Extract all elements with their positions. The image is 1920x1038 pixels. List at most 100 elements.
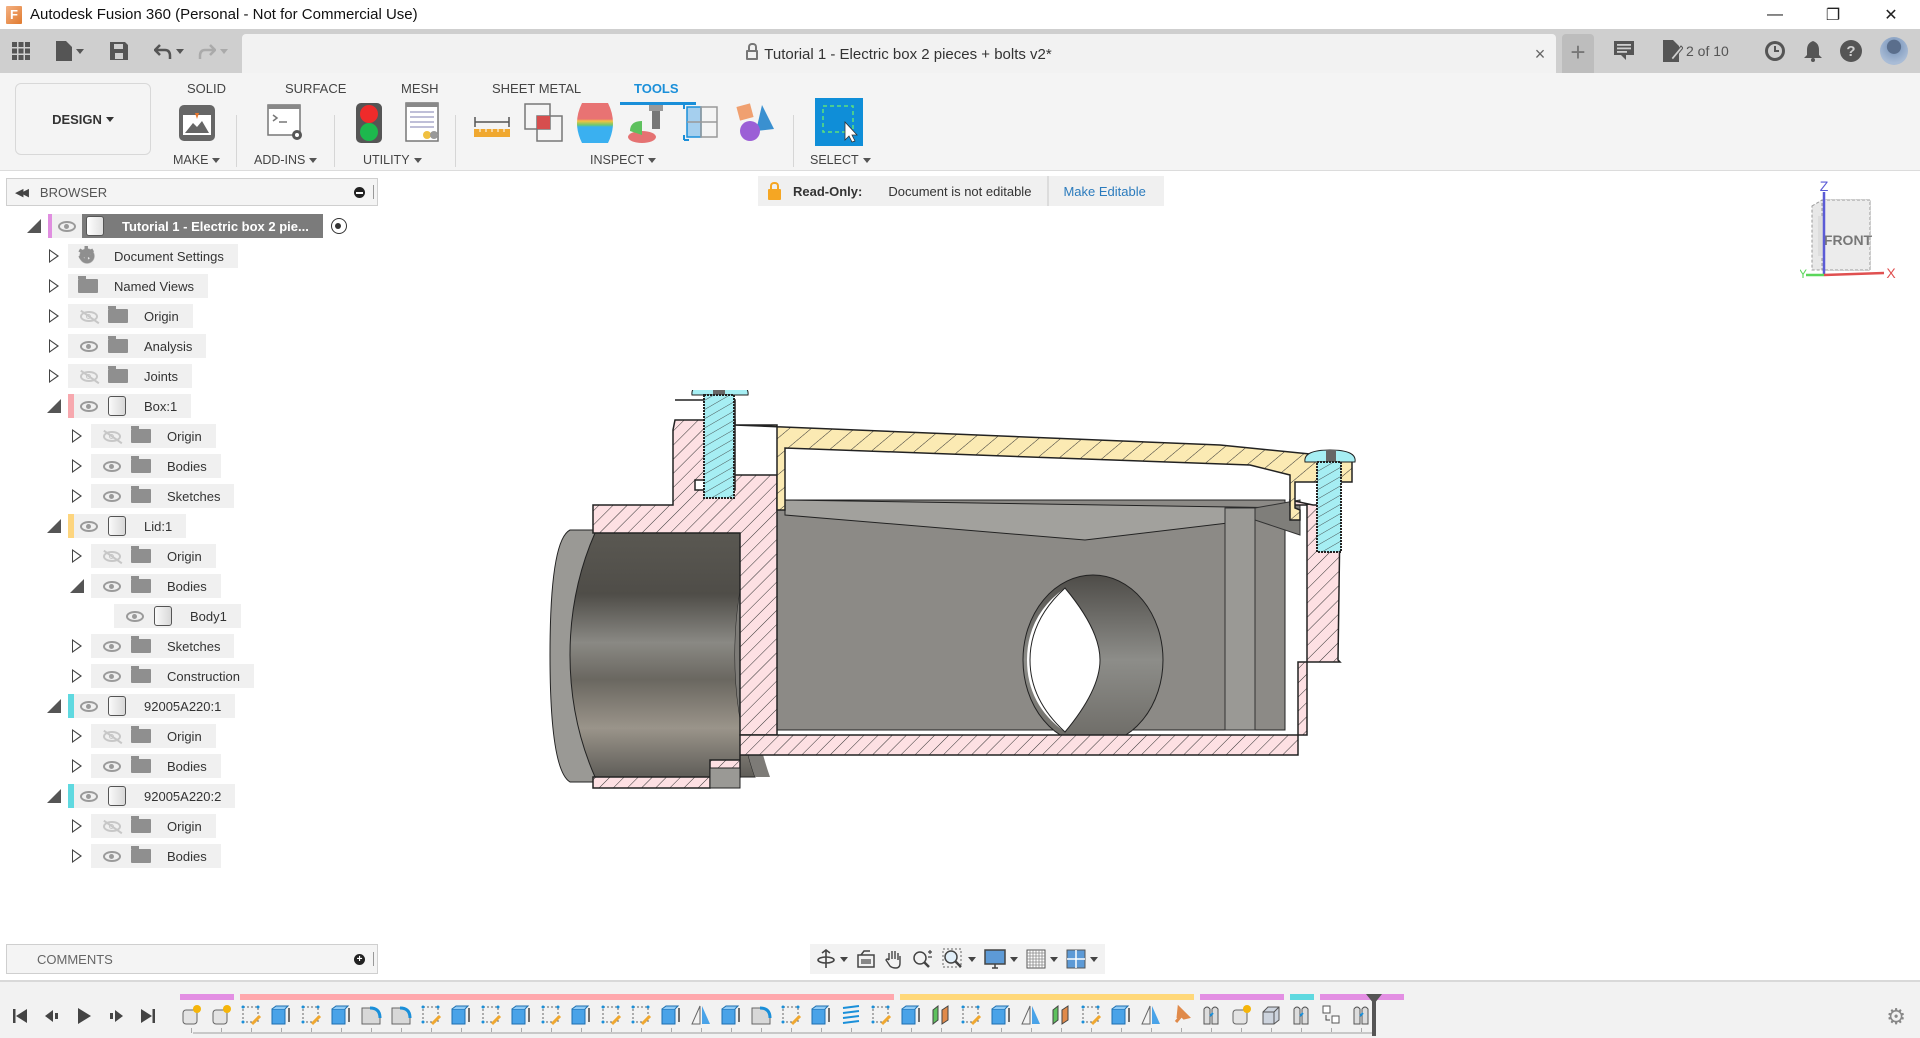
browser-tree-item[interactable]: 92005A220:1 <box>46 694 236 718</box>
timeline-mirror-feature-icon[interactable] <box>690 1004 712 1026</box>
browser-tree-item[interactable]: Box:1 <box>46 394 192 418</box>
collapse-toggle[interactable] <box>26 218 42 234</box>
visibility-eye-icon[interactable] <box>103 850 121 862</box>
timeline-split-feature-icon[interactable] <box>930 1004 952 1026</box>
timeline-sketch-feature-icon[interactable] <box>240 1004 262 1026</box>
view-cube-face-label[interactable]: FRONT <box>1824 232 1873 248</box>
browser-tree-item[interactable]: Analysis <box>46 334 207 358</box>
browser-tree-item[interactable]: Joints <box>46 364 192 388</box>
collapse-toggle[interactable] <box>46 518 62 534</box>
visibility-eye-icon[interactable] <box>126 610 144 622</box>
data-panel-button[interactable] <box>6 29 36 73</box>
timeline-fillet-feature-icon[interactable] <box>360 1004 382 1026</box>
timeline-sketch-feature-icon[interactable] <box>870 1004 892 1026</box>
browser-tree-item[interactable]: Origin <box>69 724 216 748</box>
browser-tree-item[interactable]: Origin <box>69 814 216 838</box>
timeline-sketch-feature-icon[interactable] <box>1080 1004 1102 1026</box>
go-to-start-button[interactable] <box>10 1006 30 1026</box>
expand-toggle[interactable] <box>69 848 85 864</box>
collapse-toggle[interactable] <box>46 788 62 804</box>
user-profile-button[interactable] <box>1879 37 1908 65</box>
timeline-fillet-feature-icon[interactable] <box>390 1004 412 1026</box>
timeline-group-band[interactable] <box>180 994 234 1000</box>
job-status-button[interactable]: 2 of 10 <box>1663 40 1729 62</box>
step-back-button[interactable] <box>42 1006 62 1026</box>
browser-tree-item[interactable]: Body1 <box>92 604 241 628</box>
visibility-eye-icon[interactable] <box>80 340 98 352</box>
collapse-toggle[interactable] <box>69 578 85 594</box>
curvature-map-icon[interactable] <box>574 101 616 145</box>
activate-component-icon[interactable] <box>330 218 347 234</box>
section-analysis-icon[interactable] <box>681 101 723 145</box>
redo-button[interactable] <box>192 29 234 73</box>
timeline-group-band[interactable] <box>1320 994 1404 1000</box>
browser-tree-item[interactable]: Construction <box>69 664 254 688</box>
browser-tree-item[interactable]: Bodies <box>69 454 221 478</box>
display-component-colors-icon[interactable] <box>734 101 776 145</box>
fit-button[interactable] <box>942 948 976 970</box>
hidden-eye-icon[interactable] <box>80 370 98 382</box>
timeline-extrude-feature-icon[interactable] <box>660 1004 682 1026</box>
expand-toggle[interactable] <box>69 428 85 444</box>
inspect-group-menu[interactable]: INSPECT <box>590 153 657 167</box>
timeline-extrude-feature-icon[interactable] <box>720 1004 742 1026</box>
timeline-extrude-feature-icon[interactable] <box>270 1004 292 1026</box>
browser-tree-item[interactable]: Document Settings <box>46 242 238 268</box>
panel-grip-handle[interactable] <box>373 952 375 966</box>
utility-group-menu[interactable]: UTILITY <box>363 153 422 167</box>
maximize-button[interactable]: ❐ <box>1804 0 1862 29</box>
timeline-align-feature-icon[interactable] <box>1320 1004 1342 1026</box>
timeline-extrude-feature-icon[interactable] <box>450 1004 472 1026</box>
visibility-eye-icon[interactable] <box>103 460 121 472</box>
browser-tree-item[interactable]: 92005A220:2 <box>46 784 236 808</box>
timeline-joint-feature-icon[interactable] <box>1350 1004 1372 1026</box>
timeline-extrude-feature-icon[interactable] <box>990 1004 1012 1026</box>
timeline-split-feature-icon[interactable] <box>1050 1004 1072 1026</box>
play-button[interactable] <box>74 1006 94 1026</box>
workspace-switcher[interactable]: DESIGN <box>15 83 151 155</box>
browser-tree-item[interactable]: Sketches <box>69 634 235 658</box>
timeline-extrude-feature-icon[interactable] <box>510 1004 532 1026</box>
collapse-browser-icon[interactable]: ◀◀ <box>15 186 29 199</box>
timeline-sketch-feature-icon[interactable] <box>600 1004 622 1026</box>
tab-mesh[interactable]: MESH <box>401 81 439 96</box>
timeline-sketch-feature-icon[interactable] <box>630 1004 652 1026</box>
visibility-eye-icon[interactable] <box>103 640 121 652</box>
scripts-add-ins-icon[interactable] <box>265 101 307 145</box>
visibility-eye-icon[interactable] <box>103 670 121 682</box>
timeline-component-feature-icon[interactable] <box>1230 1004 1252 1026</box>
timeline-sketch-feature-icon[interactable] <box>540 1004 562 1026</box>
timeline-sketch-feature-icon[interactable] <box>420 1004 442 1026</box>
display-settings-button[interactable] <box>984 949 1018 969</box>
look-at-button[interactable] <box>856 949 876 969</box>
expand-toggle[interactable] <box>46 278 62 294</box>
add-ins-group-menu[interactable]: ADD-INS <box>254 153 318 167</box>
timeline-marker[interactable] <box>1366 994 1382 1036</box>
add-comment-icon[interactable]: + <box>354 954 365 965</box>
tree-root[interactable]: Tutorial 1 - Electric box 2 pie... <box>26 214 347 238</box>
hidden-eye-icon[interactable] <box>103 730 121 742</box>
timeline-joint-feature-icon[interactable] <box>1290 1004 1312 1026</box>
timeline-mirror-feature-icon[interactable] <box>1020 1004 1042 1026</box>
tab-tools[interactable]: TOOLS <box>634 81 679 96</box>
timeline-sketch-feature-icon[interactable] <box>300 1004 322 1026</box>
expand-toggle[interactable] <box>46 368 62 384</box>
expand-toggle[interactable] <box>46 248 62 264</box>
timeline-extrude-feature-icon[interactable] <box>900 1004 922 1026</box>
comments-button[interactable] <box>1614 41 1634 61</box>
expand-toggle[interactable] <box>46 308 62 324</box>
timeline-group-band[interactable] <box>900 994 1194 1000</box>
visibility-eye-icon[interactable] <box>80 520 98 532</box>
timeline-extrude-feature-icon[interactable] <box>810 1004 832 1026</box>
browser-panel-header[interactable]: ◀◀ BROWSER <box>6 178 378 206</box>
accessibility-analysis-icon[interactable] <box>625 101 667 145</box>
3d-print-icon[interactable] <box>176 101 218 145</box>
go-to-end-button[interactable] <box>138 1006 158 1026</box>
panel-grip-handle[interactable] <box>373 185 375 199</box>
document-tab[interactable]: Tutorial 1 - Electric box 2 pieces + bol… <box>242 34 1556 73</box>
expand-toggle[interactable] <box>46 338 62 354</box>
undo-button[interactable] <box>148 29 190 73</box>
browser-tree-item[interactable]: Named Views <box>46 274 208 298</box>
orbit-button[interactable] <box>816 949 848 969</box>
notifications-button[interactable] <box>1803 40 1822 62</box>
